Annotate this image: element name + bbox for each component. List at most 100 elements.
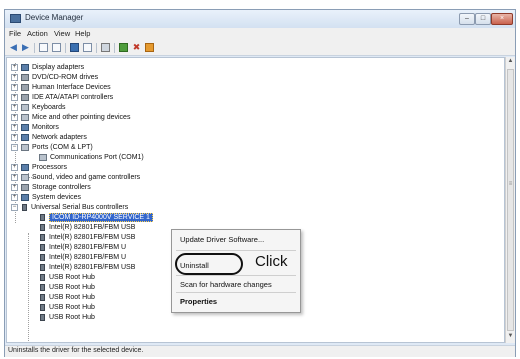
tree-item-label: Mice and other pointing devices [32, 114, 131, 121]
usb-device[interactable]: Intel(R) 82801FB/FBM USB [39, 263, 135, 273]
usb-device-icon [40, 303, 45, 311]
usb-device-icon [40, 293, 45, 301]
tree-item-sound[interactable]: + Sound, video and game controllers [11, 173, 140, 183]
tree-item-label: Universal Serial Bus controllers [31, 204, 129, 211]
minimize-button[interactable]: – [459, 13, 475, 25]
expand-icon[interactable]: + [11, 63, 18, 71]
usb-device[interactable]: Intel(R) 82801FB/FBM USB [39, 223, 135, 233]
ide-controller-icon [21, 93, 29, 101]
expand-icon[interactable]: + [11, 133, 18, 141]
menu-action[interactable]: Action [27, 29, 48, 38]
tree-item-keyboards[interactable]: + Keyboards [11, 103, 65, 113]
tree-item-ide-controllers[interactable]: + IDE ATA/ATAPI controllers [11, 93, 113, 103]
menu-bar: File Action View Help [5, 28, 515, 41]
display-adapter-icon [21, 63, 29, 71]
monitor-icon [21, 123, 29, 131]
menu-item-scan-hardware[interactable]: Scan for hardware changes [180, 280, 272, 289]
expand-icon[interactable]: + [11, 173, 18, 181]
usb-device-icon [40, 273, 45, 281]
tree-item-label: IDE ATA/ATAPI controllers [32, 94, 114, 101]
tree-item-storage[interactable]: + Storage controllers [11, 183, 91, 193]
port-icon [21, 143, 29, 151]
tree-item-label: USB Root Hub [49, 284, 95, 291]
usb-device-icon [40, 223, 45, 231]
usb-device[interactable]: Intel(R) 82801FB/FBM USB [39, 233, 135, 243]
uninstall-device-icon[interactable]: ✖ [132, 43, 141, 52]
tree-item-hid[interactable]: + Human Interface Devices [11, 83, 111, 93]
tree-item-label: Intel(R) 82801FB/FBM USB [49, 264, 136, 271]
expand-icon[interactable]: + [11, 93, 18, 101]
tree-item-label: Sound, video and game controllers [32, 174, 141, 181]
tree-item-system-devices[interactable]: + System devices [11, 193, 81, 203]
tree-item-usb-controllers[interactable]: − Universal Serial Bus controllers [11, 203, 128, 213]
properties-sheet-icon[interactable] [52, 43, 61, 52]
expand-icon[interactable]: + [11, 183, 18, 191]
close-button[interactable]: × [491, 13, 513, 25]
expand-icon[interactable]: + [11, 193, 18, 201]
tree-guide-line [28, 233, 29, 342]
usb-device[interactable]: USB Root Hub [39, 283, 95, 293]
tree-item-label: System devices [32, 194, 82, 201]
usb-device[interactable]: USB Root Hub [39, 293, 95, 303]
tree-item-label: DVD/CD-ROM drives [32, 74, 99, 81]
usb-device-icon [40, 213, 45, 221]
usb-device[interactable]: Intel(R) 82801FB/FBM U [39, 243, 126, 253]
menu-separator [176, 250, 296, 251]
tree-item-display-adapters[interactable]: + Display adapters [11, 63, 84, 73]
menu-file[interactable]: File [9, 29, 21, 38]
toolbar: ◀ ▶ ✖ [5, 41, 515, 56]
tree-item-monitors[interactable]: + Monitors [11, 123, 59, 133]
back-arrow-icon[interactable]: ◀ [9, 43, 18, 52]
menu-item-update-driver[interactable]: Update Driver Software... [180, 235, 264, 244]
tree-item-processors[interactable]: + Processors [11, 163, 67, 173]
show-hide-console-tree-icon[interactable] [39, 43, 48, 52]
collapse-icon[interactable]: − [11, 203, 18, 211]
scroll-down-icon[interactable]: ▼ [507, 333, 514, 339]
tree-item-dvd-drives[interactable]: + DVD/CD-ROM drives [11, 73, 98, 83]
maximize-button[interactable]: □ [475, 13, 491, 25]
help-icon[interactable] [70, 43, 79, 52]
collapse-icon[interactable]: − [11, 143, 18, 151]
scroll-up-icon[interactable]: ▲ [507, 58, 514, 64]
scan-hardware-icon[interactable] [101, 43, 110, 52]
toolbar-separator [114, 43, 115, 53]
expand-icon[interactable]: + [11, 113, 18, 121]
menu-item-properties[interactable]: Properties [180, 297, 217, 306]
tree-item-network-adapters[interactable]: + Network adapters [11, 133, 87, 143]
toolbar-separator [96, 43, 97, 53]
usb-device-selected[interactable]: ICOM ID-RP4000V SERVICE 1 [39, 213, 153, 223]
tree-item-ports[interactable]: − Ports (COM & LPT) [11, 143, 93, 153]
update-driver-icon[interactable] [119, 43, 128, 52]
forward-arrow-icon[interactable]: ▶ [21, 43, 30, 52]
tree-item-label: USB Root Hub [49, 294, 95, 301]
tree-item-com1[interactable]: Communications Port (COM1) [39, 153, 144, 163]
vertical-scrollbar[interactable]: ▲ ≡ ▼ [505, 57, 515, 343]
usb-device-icon [40, 233, 45, 241]
tree-item-label: Storage controllers [32, 184, 91, 191]
expand-icon[interactable]: + [11, 83, 18, 91]
keyboard-icon [21, 103, 29, 111]
usb-device[interactable]: USB Root Hub [39, 303, 95, 313]
dvd-drive-icon [21, 73, 29, 81]
expand-icon[interactable]: + [11, 103, 18, 111]
disable-device-icon[interactable] [145, 43, 154, 52]
expand-icon[interactable]: + [11, 163, 18, 171]
scroll-thumb[interactable] [507, 69, 514, 331]
usb-device[interactable]: USB Root Hub [39, 313, 95, 323]
expand-icon[interactable]: + [11, 73, 18, 81]
tree-item-label: USB Root Hub [49, 304, 95, 311]
system-devices-icon [21, 193, 29, 201]
expand-icon[interactable]: + [11, 123, 18, 131]
usb-device[interactable]: USB Root Hub [39, 273, 95, 283]
usb-device[interactable]: Intel(R) 82801FB/FBM U [39, 253, 126, 263]
tree-item-label: Communications Port (COM1) [50, 154, 144, 161]
menu-help[interactable]: Help [75, 29, 90, 38]
scroll-grip-icon: ≡ [508, 181, 513, 187]
tree-item-label: Ports (COM & LPT) [32, 144, 93, 151]
communications-port-icon [39, 153, 47, 161]
action-pane-icon[interactable] [83, 43, 92, 52]
usb-device-icon [40, 313, 45, 321]
tree-item-mice[interactable]: + Mice and other pointing devices [11, 113, 130, 123]
menu-view[interactable]: View [54, 29, 70, 38]
device-manager-icon [10, 14, 21, 23]
